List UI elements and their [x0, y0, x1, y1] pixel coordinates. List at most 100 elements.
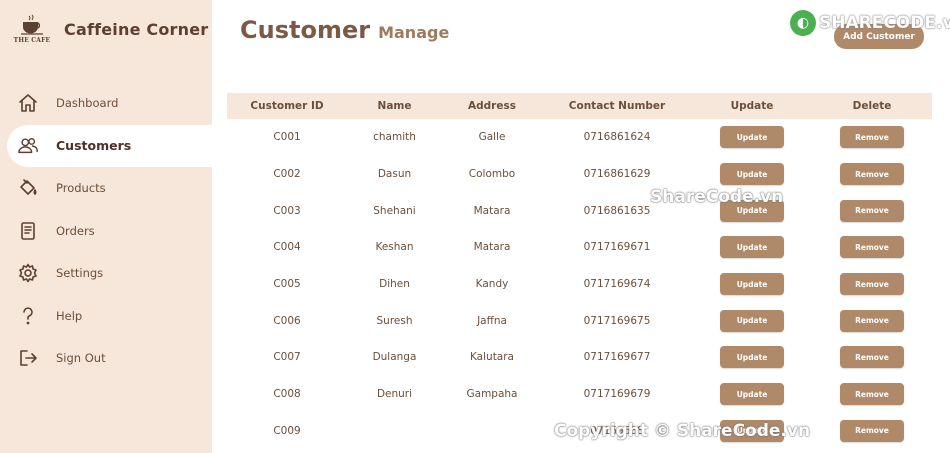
- table-row: C004 Keshan Matara 0717169671 Update Rem…: [227, 229, 932, 266]
- cell-address: Matara: [473, 241, 511, 254]
- remove-button[interactable]: Remove: [840, 163, 904, 186]
- cell-customer-id: C002: [273, 168, 301, 181]
- update-button[interactable]: Update: [720, 346, 784, 369]
- cafe-logo: THE CAFE: [12, 10, 52, 48]
- sidebar-item-customers[interactable]: Customers: [7, 124, 212, 167]
- cell-update: Update: [692, 192, 812, 229]
- table-header-row: Customer ID Name Address Contact Number …: [227, 93, 932, 119]
- sidebar-item-label: Help: [56, 308, 83, 323]
- table-row: C006 Suresh Jaffna 0717169675 Update Rem…: [227, 302, 932, 339]
- update-button[interactable]: Update: [720, 383, 784, 406]
- update-button[interactable]: Update: [720, 273, 784, 296]
- cell-customer-id: C005: [273, 278, 301, 291]
- main-content: Customer Manage Add Customer ◐ SHARECODE…: [212, 0, 950, 453]
- cell-delete: Remove: [812, 413, 932, 450]
- paint-bucket-icon: [18, 178, 38, 198]
- cell-contact: 07169688: [590, 424, 644, 437]
- document-icon: [18, 221, 38, 241]
- remove-button[interactable]: Remove: [840, 273, 904, 296]
- cell-delete: Remove: [812, 192, 932, 229]
- cell-update: Update: [692, 339, 812, 376]
- sidebar-item-help[interactable]: Help: [0, 295, 212, 338]
- cell-contact: 0716861624: [583, 131, 651, 144]
- cell-update: Update: [692, 302, 812, 339]
- gear-icon: [18, 263, 38, 283]
- sidebar-item-label: Sign Out: [56, 351, 106, 366]
- watermark-top-text: SHARECODE.vn: [819, 13, 950, 33]
- sidebar-item-orders[interactable]: Orders: [0, 210, 212, 253]
- cell-update: Update: [692, 119, 812, 156]
- cell-delete: Remove: [812, 339, 932, 376]
- update-button[interactable]: Update: [720, 163, 784, 186]
- question-icon: [18, 306, 38, 326]
- cell-update: Update: [692, 229, 812, 266]
- cell-customer-id: C001: [273, 131, 301, 144]
- cell-delete: Remove: [812, 302, 932, 339]
- cell-contact: 0717169677: [583, 351, 651, 364]
- cell-address: Colombo: [468, 168, 516, 181]
- brand: THE CAFE Caffeine Corner: [12, 10, 208, 48]
- globe-icon: ◐: [790, 10, 816, 36]
- cell-customer-id: C008: [273, 388, 301, 401]
- remove-button[interactable]: Remove: [840, 236, 904, 259]
- update-button[interactable]: Update: [720, 126, 784, 149]
- table-header: Customer ID Name Address Contact Number …: [227, 93, 932, 119]
- remove-button[interactable]: Remove: [840, 419, 904, 442]
- table-row: C002 Dasun Colombo 0716861629 Update Rem…: [227, 156, 932, 193]
- sidebar-item-label: Orders: [56, 223, 95, 238]
- cell-address: Kalutara: [469, 351, 514, 364]
- sidebar-item-label: Dashboard: [56, 96, 119, 111]
- cell-contact: 0717169675: [583, 314, 651, 327]
- cell-customer-id: C003: [273, 204, 301, 217]
- sidebar-item-products[interactable]: Products: [0, 167, 212, 210]
- cell-address: [442, 413, 542, 450]
- cell-update: Update: [692, 156, 812, 193]
- sidebar-item-label: Products: [56, 181, 106, 196]
- update-button[interactable]: Update: [720, 309, 784, 332]
- page-title: Customer Manage: [240, 16, 449, 44]
- sidebar-item-settings[interactable]: Settings: [0, 252, 212, 295]
- cell-name: Suresh: [376, 314, 413, 327]
- update-button[interactable]: Update: [720, 236, 784, 259]
- cell-delete: Remove: [812, 119, 932, 156]
- cell-name: Dulanga: [372, 351, 417, 364]
- coffee-cup-icon: [21, 14, 43, 35]
- logo-text: THE CAFE: [13, 37, 51, 44]
- cell-delete: Remove: [812, 229, 932, 266]
- cell-contact: 0717169671: [583, 241, 651, 254]
- cell-contact: 0717169674: [583, 278, 651, 291]
- sidebar-nav: Dashboard Customers Products Orders Sett…: [0, 82, 212, 380]
- cell-update: Update: [692, 266, 812, 303]
- cell-customer-id: C007: [273, 351, 301, 364]
- table-row: C003 Shehani Matara 0716861635 Update Re…: [227, 192, 932, 229]
- update-button[interactable]: Update: [720, 199, 784, 222]
- update-button[interactable]: Update: [720, 419, 784, 442]
- remove-button[interactable]: Remove: [840, 346, 904, 369]
- table-row: C009 07169688 Update Remove: [227, 413, 932, 450]
- cell-address: Kandy: [475, 278, 509, 291]
- cell-delete: Remove: [812, 376, 932, 413]
- watermark-logo: ◐ SHARECODE.vn: [790, 10, 950, 36]
- column-header-contact: Contact Number: [568, 100, 666, 112]
- page-title-main: Customer: [240, 16, 371, 44]
- cell-customer-id: C004: [273, 241, 301, 254]
- cell-address: Galle: [478, 131, 506, 144]
- table-row: C008 Denuri Gampaha 0717169679 Update Re…: [227, 376, 932, 413]
- remove-button[interactable]: Remove: [840, 126, 904, 149]
- remove-button[interactable]: Remove: [840, 383, 904, 406]
- sidebar-item-sign-out[interactable]: Sign Out: [0, 337, 212, 380]
- remove-button[interactable]: Remove: [840, 309, 904, 332]
- column-header-address: Address: [468, 100, 516, 112]
- app-name: Caffeine Corner: [64, 19, 209, 39]
- remove-button[interactable]: Remove: [840, 199, 904, 222]
- cell-address: Matara: [473, 204, 511, 217]
- sidebar: THE CAFE Caffeine Corner Dashboard Custo…: [0, 0, 212, 453]
- column-header-update: Update: [730, 100, 774, 112]
- sidebar-item-dashboard[interactable]: Dashboard: [0, 82, 212, 125]
- cell-name: Shehani: [373, 204, 416, 217]
- cell-customer-id: C009: [273, 424, 301, 437]
- cell-customer-id: C006: [273, 314, 301, 327]
- sidebar-item-label: Customers: [56, 138, 132, 154]
- table-body: C001 chamith Galle 0716861624 Update Rem…: [227, 119, 932, 449]
- cell-name: chamith: [373, 131, 416, 144]
